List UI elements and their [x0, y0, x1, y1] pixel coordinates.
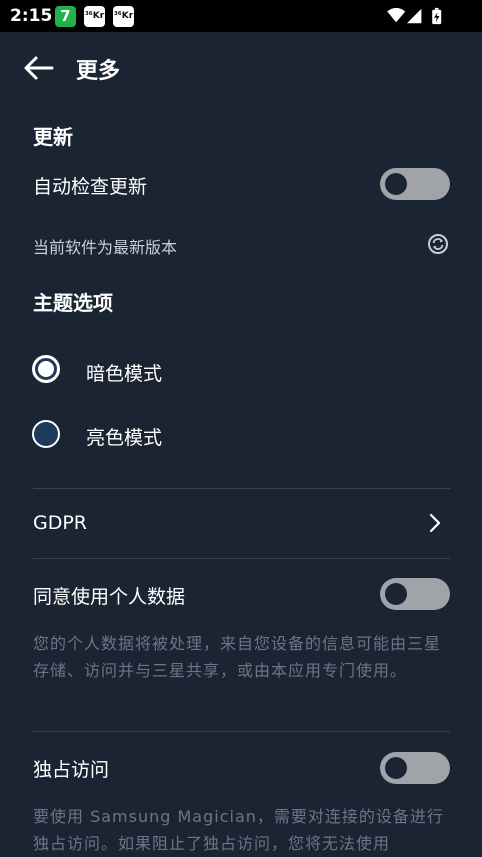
status-time: 2:15: [10, 6, 53, 26]
toggle-knob: [385, 173, 407, 195]
personal-data-label: 同意使用个人数据: [33, 586, 186, 608]
toggle-knob: [385, 583, 407, 605]
section-title-theme: 主题选项: [33, 291, 113, 315]
exclusive-access-label: 独占访问: [33, 759, 110, 781]
section-title-update: 更新: [33, 125, 73, 149]
signal-icon: [407, 8, 422, 24]
refresh-icon[interactable]: [427, 233, 449, 255]
gdpr-row[interactable]: GDPR: [0, 489, 482, 558]
personal-data-toggle[interactable]: [380, 578, 450, 610]
light-mode-label[interactable]: 亮色模式: [86, 423, 162, 450]
chevron-right-icon: [429, 513, 441, 533]
light-mode-radio[interactable]: [32, 420, 60, 448]
update-status-text: 当前软件为最新版本: [33, 238, 178, 257]
divider: [33, 558, 450, 559]
toggle-knob: [385, 757, 407, 779]
divider: [33, 731, 450, 732]
auto-check-update-toggle[interactable]: [380, 168, 450, 200]
gdpr-label: GDPR: [33, 512, 88, 534]
app-bar: 更多: [0, 32, 482, 106]
wifi-icon: [387, 7, 406, 23]
dark-mode-label[interactable]: 暗色模式: [86, 359, 162, 386]
dark-mode-radio[interactable]: [32, 355, 60, 383]
page-title: 更多: [76, 59, 121, 84]
status-bar: 2:15 7 ³⁶Kr ³⁶Kr: [0, 0, 482, 32]
app-notification-icon: ³⁶Kr: [113, 6, 134, 27]
status-icons: [387, 7, 442, 25]
app-notification-icon: 7: [55, 6, 76, 27]
back-arrow-icon[interactable]: [22, 55, 54, 81]
personal-data-description: 您的个人数据将被处理，来自您设备的信息可能由三星存储、访问并与三星共享，或由本应…: [33, 634, 442, 680]
auto-check-update-label: 自动检查更新: [33, 176, 148, 198]
exclusive-access-toggle[interactable]: [380, 752, 450, 784]
exclusive-access-description: 要使用 Samsung Magician，需要对连接的设备进行独占访问。如果阻止…: [33, 807, 444, 853]
app-notification-icon: ³⁶Kr: [84, 6, 105, 27]
